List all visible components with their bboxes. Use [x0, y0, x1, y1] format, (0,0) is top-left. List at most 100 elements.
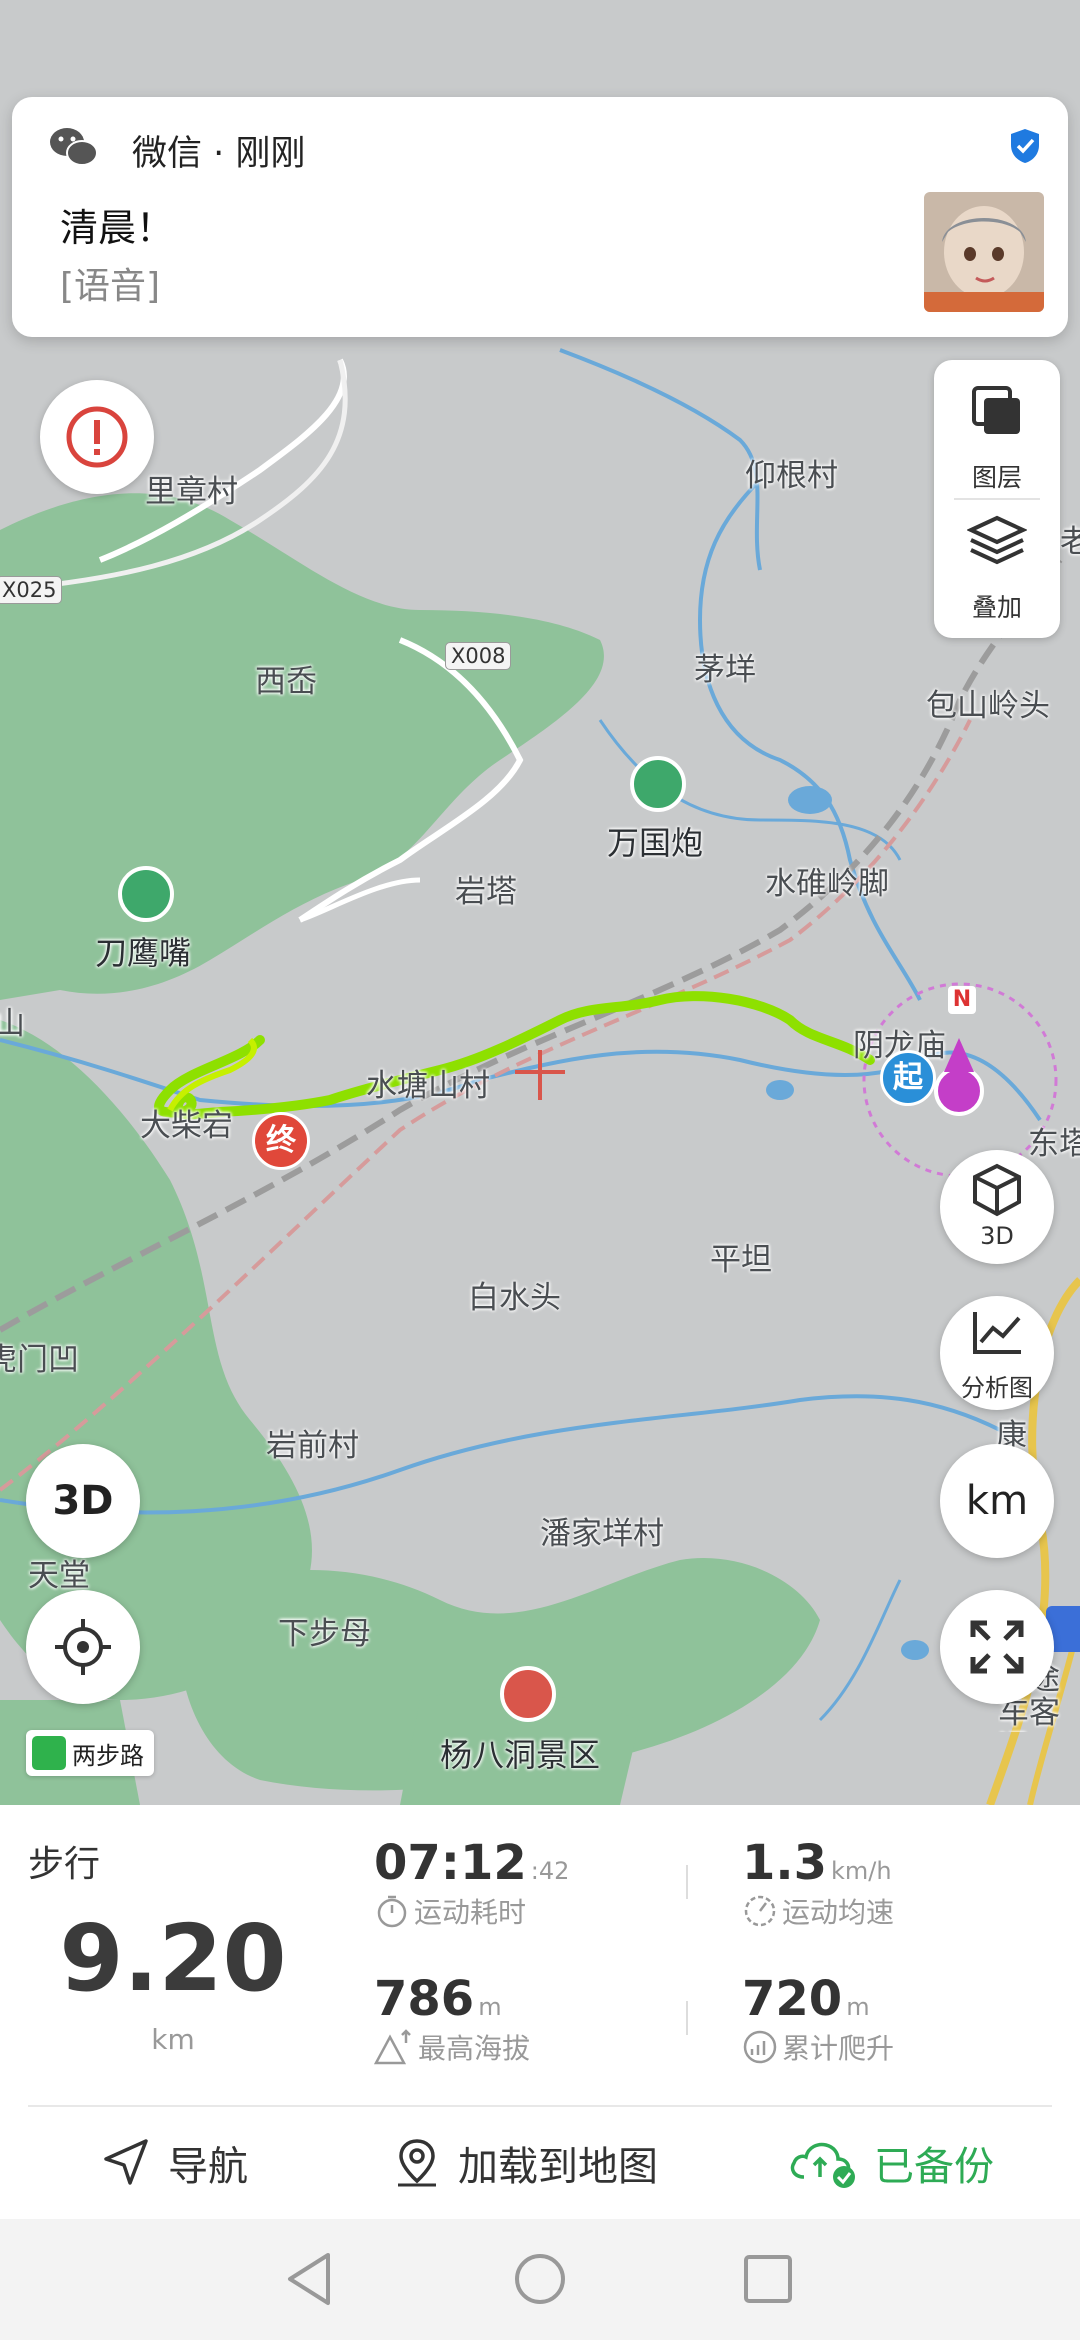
unit-button[interactable]: km	[940, 1444, 1054, 1558]
fullscreen-button[interactable]	[940, 1590, 1054, 1704]
notification-app-name: 微信 · 刚刚	[132, 134, 306, 174]
altitude-caption: 最高海拔	[418, 2032, 531, 2065]
my-location-icon[interactable]	[934, 1066, 984, 1116]
notification-title: 清晨！	[60, 206, 175, 250]
stack-icon	[967, 515, 1027, 565]
road-tag: X025	[0, 576, 63, 604]
alert-icon	[66, 406, 128, 468]
navigate-label: 导航	[168, 2144, 248, 2190]
mountain-icon	[374, 2029, 411, 2065]
locate-icon	[55, 1619, 111, 1675]
place-label: 平坦	[710, 1242, 772, 1278]
wechat-notification[interactable]: 微信 · 刚刚 清晨！ [语音]	[12, 97, 1068, 337]
place-label: 山	[0, 1006, 25, 1042]
load-to-map-label: 加载到地图	[458, 2144, 658, 2190]
alert-button[interactable]	[40, 380, 154, 494]
unit-label: km	[965, 1478, 1029, 1524]
avatar	[924, 192, 1044, 312]
altitude-stat: 786 m 最高海拔	[374, 1971, 530, 2067]
liangbu-label: 两步路	[72, 1741, 144, 1770]
place-label: 岩前村	[266, 1428, 359, 1464]
overlay-label: 叠加	[971, 593, 1022, 622]
divider	[686, 2001, 688, 2035]
locate-button[interactable]	[26, 1590, 140, 1704]
climb-unit: m	[846, 1993, 870, 2021]
layers-icon	[972, 386, 1020, 434]
duration-stat: 07:12:42 运动耗时	[374, 1835, 569, 1931]
liangbu-icon	[32, 1736, 66, 1770]
peak-pin-icon[interactable]	[118, 866, 174, 922]
verified-shield-icon	[1011, 129, 1039, 163]
place-label: 虎门凹	[0, 1342, 79, 1378]
place-label: 大柴宕	[140, 1108, 233, 1144]
scenic-pin-icon[interactable]	[630, 756, 686, 812]
climb-icon	[743, 2030, 777, 2064]
distance-unit: km	[151, 2023, 195, 2056]
place-label: 茅垟	[694, 652, 756, 688]
action-bar: 导航 加载到地图 已备份	[0, 2107, 1080, 2219]
system-nav-bar	[0, 2219, 1080, 2340]
backup-label: 已备份	[874, 2144, 994, 2190]
layers-button[interactable]: 图层	[934, 370, 1060, 500]
place-label: 东塔	[1028, 1126, 1080, 1162]
speed-unit: km/h	[831, 1857, 892, 1885]
wechat-icon	[50, 128, 98, 166]
layers-label: 图层	[971, 463, 1022, 492]
track-stats: 步行 9.20 km 07:12:42 运动耗时 1.3 km/h 运动均速 78…	[0, 1805, 1080, 2105]
place-label: 包山岭头	[926, 688, 1050, 724]
home-icon[interactable]	[512, 2251, 568, 2307]
navigation-arrow-icon	[104, 2139, 148, 2185]
place-label: 岩塔	[455, 874, 517, 910]
load-to-map-button[interactable]: 加载到地图	[392, 2107, 658, 2219]
notification-body: [语音]	[60, 266, 161, 307]
layer-panel: 图层 叠加	[934, 360, 1060, 638]
distance-value: 9.20	[59, 1905, 287, 2012]
place-label: 白水头	[468, 1280, 561, 1316]
cloud-check-icon	[790, 2142, 855, 2188]
place-label: 潘家垟村	[540, 1516, 664, 1552]
climb-caption: 累计爬升	[782, 2032, 895, 2065]
mode-label: 步行	[28, 1844, 101, 1885]
duration-value: 07:12	[374, 1835, 527, 1891]
back-icon[interactable]	[284, 2251, 336, 2307]
place-label: 下步母	[278, 1616, 371, 1652]
road-tag: X008	[445, 642, 512, 670]
divider	[686, 1865, 688, 1899]
speed-caption: 运动均速	[782, 1896, 895, 1929]
cube-icon	[973, 1163, 1021, 1217]
altitude-value: 786	[374, 1971, 475, 2027]
altitude-unit: m	[478, 1993, 502, 2021]
scenic-area-pin-icon[interactable]	[500, 1666, 556, 1722]
backup-button[interactable]: 已备份	[788, 2107, 994, 2219]
place-label: 水塘山村	[366, 1068, 490, 1104]
place-label: 刀鹰嘴	[95, 934, 192, 972]
map-3d-button[interactable]: 3D	[26, 1444, 140, 1558]
expand-icon	[970, 1620, 1024, 1674]
map-3d-label: 3D	[52, 1478, 114, 1524]
speedometer-icon	[744, 1895, 776, 1927]
view-3d-button[interactable]: 3D	[940, 1150, 1054, 1264]
place-label: 西岙	[255, 664, 317, 700]
chart-icon	[973, 1312, 1021, 1354]
analysis-chart-button[interactable]: 分析图	[940, 1296, 1054, 1410]
start-marker[interactable]: 起	[880, 1050, 936, 1106]
place-label: 里章村	[145, 474, 238, 510]
stopwatch-icon	[377, 1895, 407, 1928]
heading-arrow-icon	[944, 1038, 974, 1072]
place-label: 杨八洞景区	[440, 1736, 601, 1774]
speed-stat: 1.3 km/h 运动均速	[742, 1835, 894, 1931]
speed-value: 1.3	[742, 1835, 828, 1891]
analysis-label: 分析图	[961, 1374, 1033, 1402]
location-pin-icon	[398, 2139, 436, 2187]
navigate-button[interactable]: 导航	[100, 2107, 248, 2219]
view-3d-label: 3D	[980, 1222, 1014, 1250]
place-label: 万国炮	[607, 824, 704, 862]
place-label: 仰根村	[745, 458, 838, 494]
duration-caption: 运动耗时	[414, 1896, 527, 1929]
duration-seconds: :42	[530, 1857, 570, 1885]
end-marker[interactable]: 终	[252, 1112, 310, 1170]
recents-icon[interactable]	[742, 2253, 794, 2305]
climb-value: 720	[742, 1971, 843, 2027]
climb-stat: 720 m 累计爬升	[742, 1971, 894, 2067]
overlay-button[interactable]: 叠加	[934, 500, 1060, 630]
